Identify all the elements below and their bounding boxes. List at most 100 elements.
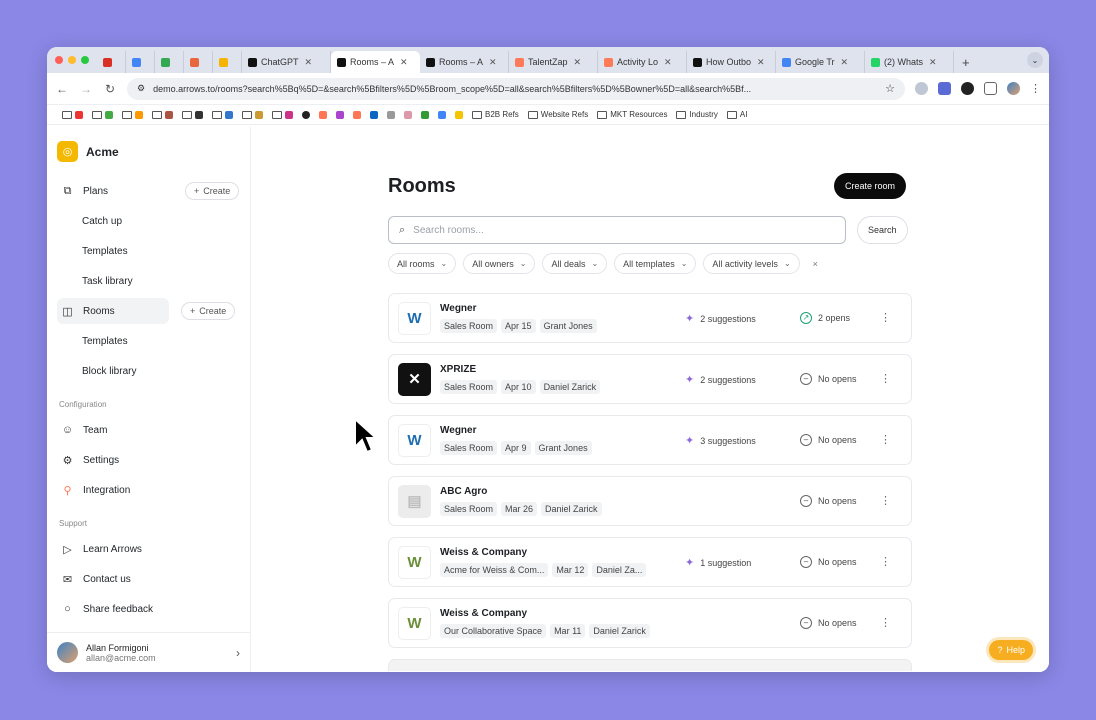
bookmark-icon[interactable] bbox=[455, 110, 463, 119]
bookmark-icon[interactable] bbox=[387, 110, 395, 119]
bookmark-folder[interactable]: Website Refs bbox=[527, 110, 588, 119]
forward-button[interactable]: → bbox=[79, 82, 93, 96]
filter-templates[interactable]: All templates ⌄ bbox=[614, 253, 697, 274]
sidebar-item-integration[interactable]: ⚲ Integration bbox=[57, 477, 240, 503]
sidebar-item-block-library[interactable]: Block library bbox=[57, 358, 240, 384]
browser-tab[interactable]: (2) Whats ✕ bbox=[865, 51, 954, 73]
clear-filters-button[interactable]: × bbox=[807, 259, 824, 269]
filter-activity-levels[interactable]: All activity levels ⌄ bbox=[703, 253, 800, 274]
bookmark-folder[interactable] bbox=[212, 110, 233, 119]
sidebar-item-share-feedback[interactable]: ○ Share feedback bbox=[57, 596, 240, 622]
browser-tab[interactable]: ChatGPT ✕ bbox=[242, 51, 331, 73]
sidebar-item-room-templates[interactable]: Templates bbox=[57, 328, 240, 354]
more-options-icon[interactable]: ⋮ bbox=[880, 372, 891, 385]
room-row[interactable]: W Weiss & Company Acme for Weiss & Com... M… bbox=[388, 537, 912, 587]
more-menu-icon[interactable]: ⋮ bbox=[1030, 82, 1041, 95]
filter-rooms[interactable]: All rooms ⌄ bbox=[388, 253, 457, 274]
bookmark-folder[interactable] bbox=[122, 110, 143, 119]
browser-tab[interactable] bbox=[155, 51, 184, 73]
room-row[interactable]: W Wegner Sales Room Apr 9 Grant Jones ✦ 3 sugg… bbox=[388, 415, 912, 465]
close-tab-icon[interactable]: ✕ bbox=[574, 57, 582, 68]
extension-icon[interactable] bbox=[915, 82, 928, 95]
search-input[interactable] bbox=[413, 224, 835, 236]
room-row[interactable]: W Weiss & Company Our Collaborative Space M… bbox=[388, 598, 912, 648]
new-tab-button[interactable]: + bbox=[954, 51, 978, 73]
bookmark-icon[interactable] bbox=[404, 110, 412, 119]
close-tab-icon[interactable]: ✕ bbox=[664, 57, 672, 68]
puzzle-icon[interactable] bbox=[984, 82, 997, 95]
maps-icon[interactable] bbox=[438, 110, 446, 119]
sidebar-item-team[interactable]: ☺ Team bbox=[57, 417, 240, 443]
close-window-button[interactable] bbox=[55, 56, 63, 64]
bookmark-folder[interactable] bbox=[62, 110, 83, 119]
sidebar-item-catch-up[interactable]: Catch up bbox=[57, 208, 240, 234]
create-room-button[interactable]: Create room bbox=[834, 173, 907, 199]
bookmark-icon[interactable] bbox=[319, 110, 327, 119]
bookmark-folder[interactable] bbox=[242, 110, 263, 119]
maximize-window-button[interactable] bbox=[81, 56, 89, 64]
browser-tab[interactable]: Rooms – A ✕ bbox=[331, 51, 420, 73]
close-tab-icon[interactable]: ✕ bbox=[929, 57, 937, 68]
close-tab-icon[interactable]: ✕ bbox=[841, 57, 849, 68]
sidebar-item-contact-us[interactable]: ✉ Contact us bbox=[57, 566, 240, 592]
bookmark-folder[interactable] bbox=[182, 110, 203, 119]
sidebar-item-learn-arrows[interactable]: ▷ Learn Arrows bbox=[57, 536, 240, 562]
search-button[interactable]: Search bbox=[857, 216, 908, 244]
bookmark-folder[interactable]: B2B Refs bbox=[472, 110, 519, 119]
org-switcher[interactable]: ◎ Acme bbox=[57, 141, 240, 162]
sidebar-item-plan-templates[interactable]: Templates bbox=[57, 238, 240, 264]
extension-icon[interactable] bbox=[938, 82, 951, 95]
room-row[interactable]: ▤ ABC Agro Sales Room Mar 26 Daniel Zarick – N… bbox=[388, 476, 912, 526]
close-tab-icon[interactable]: ✕ bbox=[489, 57, 497, 68]
address-bar[interactable]: ⚙ demo.arrows.to/rooms?search%5Bq%5D=&se… bbox=[127, 77, 905, 100]
bookmark-folder[interactable]: Industry bbox=[676, 110, 718, 119]
bookmark-folder[interactable] bbox=[92, 110, 113, 119]
create-plan-button[interactable]: + Create bbox=[185, 182, 240, 200]
browser-tab[interactable]: How Outbo ✕ bbox=[687, 51, 776, 73]
suggestions-badge[interactable]: ✦ 1 suggestion bbox=[685, 556, 751, 569]
browser-tab[interactable] bbox=[184, 51, 213, 73]
browser-tab[interactable] bbox=[97, 51, 126, 73]
bookmark-icon[interactable] bbox=[302, 110, 310, 119]
bookmark-folder[interactable]: MKT Resources bbox=[597, 110, 667, 119]
sidebar-item-rooms[interactable]: ◫ Rooms + Create bbox=[57, 298, 236, 324]
user-menu[interactable]: Allan Formigoni allan@acme.com › bbox=[47, 632, 250, 672]
room-row[interactable] bbox=[388, 659, 912, 671]
create-room-sidebar-button[interactable]: + Create bbox=[181, 302, 236, 320]
more-options-icon[interactable]: ⋮ bbox=[880, 616, 891, 629]
more-options-icon[interactable]: ⋮ bbox=[880, 555, 891, 568]
sidebar-item-settings[interactable]: ⚙ Settings bbox=[57, 447, 240, 473]
bookmark-star-icon[interactable]: ☆ bbox=[885, 82, 895, 95]
more-options-icon[interactable]: ⋮ bbox=[880, 311, 891, 324]
more-options-icon[interactable]: ⋮ bbox=[880, 433, 891, 446]
browser-tab[interactable]: Google Tr ✕ bbox=[776, 51, 865, 73]
bookmark-folder[interactable]: AI bbox=[726, 110, 747, 119]
suggestions-badge[interactable]: ✦ 3 suggestions bbox=[685, 434, 756, 447]
browser-tab[interactable]: Rooms – A ✕ bbox=[420, 51, 509, 73]
profile-avatar[interactable] bbox=[1007, 82, 1020, 95]
close-tab-icon[interactable]: ✕ bbox=[400, 57, 408, 68]
bookmark-folder[interactable] bbox=[152, 110, 173, 119]
linkedin-icon[interactable] bbox=[370, 110, 378, 119]
bookmark-icon[interactable] bbox=[336, 110, 344, 119]
minimize-window-button[interactable] bbox=[68, 56, 76, 64]
browser-tab[interactable] bbox=[126, 51, 155, 73]
sidebar-item-task-library[interactable]: Task library bbox=[57, 268, 240, 294]
bookmark-icon[interactable] bbox=[353, 110, 361, 119]
back-button[interactable]: ← bbox=[55, 82, 69, 96]
bookmark-folder[interactable] bbox=[272, 110, 293, 119]
filter-deals[interactable]: All deals ⌄ bbox=[542, 253, 608, 274]
room-row[interactable]: W Wegner Sales Room Apr 15 Grant Jones ✦ 2 sug… bbox=[388, 293, 912, 343]
browser-tab[interactable] bbox=[213, 51, 242, 73]
reload-button[interactable]: ↻ bbox=[103, 82, 117, 96]
suggestions-badge[interactable]: ✦ 2 suggestions bbox=[685, 312, 756, 325]
tab-search-button[interactable]: ⌄ bbox=[1027, 52, 1043, 68]
close-tab-icon[interactable]: ✕ bbox=[757, 57, 765, 68]
sidebar-item-plans[interactable]: ⧉ Plans + Create bbox=[57, 178, 240, 204]
browser-tab[interactable]: TalentZap ✕ bbox=[509, 51, 598, 73]
close-tab-icon[interactable]: ✕ bbox=[305, 57, 313, 68]
suggestions-badge[interactable]: ✦ 2 suggestions bbox=[685, 373, 756, 386]
bookmark-icon[interactable] bbox=[421, 110, 429, 119]
browser-tab[interactable]: Activity Lo ✕ bbox=[598, 51, 687, 73]
site-info-icon[interactable]: ⚙ bbox=[137, 83, 145, 94]
